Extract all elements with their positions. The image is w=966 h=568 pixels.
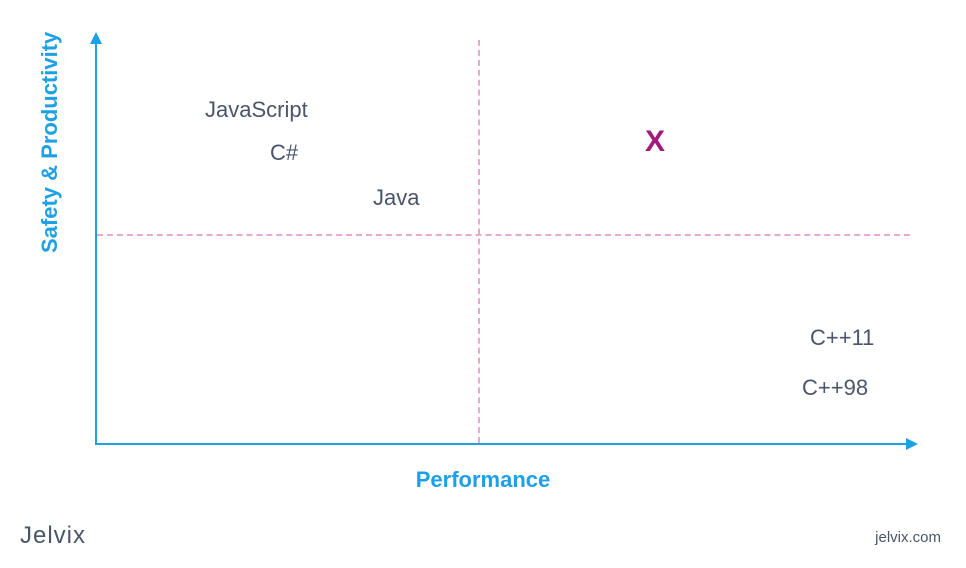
x-axis-label: Performance bbox=[416, 467, 551, 493]
brand-url: jelvix.com bbox=[875, 529, 941, 546]
y-axis bbox=[95, 40, 97, 445]
x-axis-arrow-icon bbox=[906, 438, 918, 450]
midline-horizontal bbox=[97, 234, 910, 236]
midline-vertical bbox=[478, 40, 480, 443]
x-axis bbox=[95, 443, 910, 445]
marker-x: X bbox=[645, 125, 665, 159]
y-axis-label: Safety & Productivity bbox=[37, 32, 63, 253]
point-csharp: C# bbox=[270, 140, 298, 166]
point-cpp11: C++11 bbox=[810, 325, 874, 351]
point-java: Java bbox=[373, 185, 419, 211]
point-javascript: JavaScript bbox=[205, 97, 308, 123]
point-cpp98: C++98 bbox=[802, 375, 868, 401]
brand-logo: Jelvix bbox=[20, 522, 86, 550]
quadrant-chart: JavaScript C# Java C++11 C++98 X bbox=[95, 40, 910, 445]
y-axis-arrow-icon bbox=[90, 32, 102, 44]
